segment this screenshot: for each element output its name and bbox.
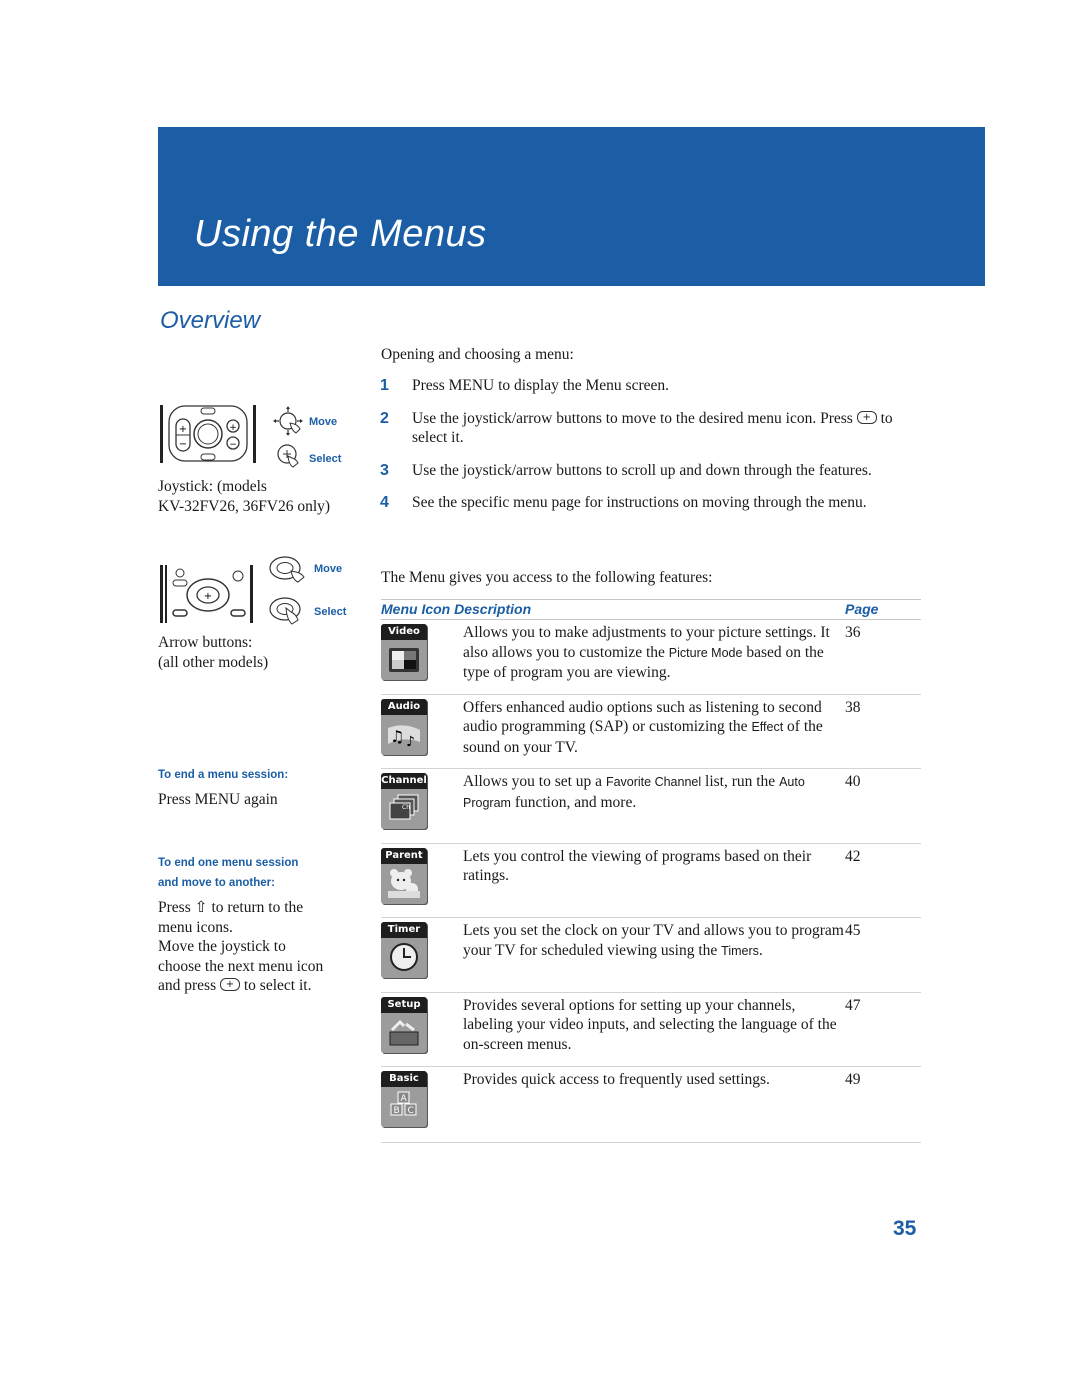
move-another-line2: menu icons. bbox=[158, 918, 233, 936]
table-row: Channel Ch Allows you to set up a Favori… bbox=[381, 769, 921, 844]
joystick-caption-line1: Joystick: (models bbox=[158, 478, 267, 495]
select-button-icon bbox=[856, 408, 877, 427]
svg-text:B: B bbox=[394, 1106, 400, 1116]
step-text: Use the joystick/arrow buttons to scroll… bbox=[412, 461, 872, 479]
row-page: 45 bbox=[845, 922, 861, 939]
table-header: Menu Icon Description Page bbox=[381, 599, 921, 620]
arrows-select-icon bbox=[268, 596, 308, 628]
row-description: Lets you set the clock on your TV and al… bbox=[463, 922, 844, 959]
table-row: Parent Lets you control the viewing of p… bbox=[381, 844, 921, 918]
svg-text:+: + bbox=[179, 424, 187, 435]
row-description: Provides quick access to frequently used… bbox=[463, 1071, 770, 1088]
arrows-select-label: Select bbox=[314, 606, 347, 618]
setup-icon: Setup bbox=[381, 996, 427, 1053]
svg-text:C: C bbox=[408, 1106, 414, 1116]
svg-text:Ch: Ch bbox=[402, 804, 410, 811]
steps-list: 1 Press MENU to display the Menu screen.… bbox=[380, 376, 920, 526]
row-page: 49 bbox=[845, 1071, 861, 1088]
table-row: Basic ABC Provides quick access to frequ… bbox=[381, 1067, 921, 1143]
step-text: See the specific menu page for instructi… bbox=[412, 494, 867, 511]
move-another-heading-line1: To end one menu session bbox=[158, 857, 299, 869]
step-item: 1 Press MENU to display the Menu screen. bbox=[380, 376, 920, 396]
step-number: 3 bbox=[380, 461, 389, 479]
page-title: Using the Menus bbox=[194, 213, 487, 255]
move-another-line3: Move the joystick to bbox=[158, 938, 286, 955]
step-item: 3 Use the joystick/arrow buttons to scro… bbox=[380, 461, 920, 481]
row-description: Lets you control the viewing of programs… bbox=[463, 847, 812, 885]
arrows-caption-line2: (all other models) bbox=[158, 654, 269, 671]
table-row: Video Allows you to make adjustments to … bbox=[381, 620, 921, 695]
svg-text:−: − bbox=[179, 439, 187, 450]
svg-text:+: + bbox=[204, 591, 212, 602]
parent-icon: Parent bbox=[381, 847, 427, 904]
arrows-move-icon bbox=[268, 555, 308, 585]
table-row: Audio ♫ ♪ Offers enhanced audio options s… bbox=[381, 695, 921, 769]
header-page: Page bbox=[845, 601, 879, 617]
end-session-text: Press MENU again bbox=[158, 791, 278, 808]
intro-text: Opening and choosing a menu: bbox=[381, 346, 574, 363]
joystick-remote-illustration: + − + − bbox=[160, 403, 256, 465]
audio-icon: Audio ♫ ♪ bbox=[381, 698, 427, 755]
channel-icon: Channel Ch bbox=[381, 773, 427, 829]
row-page: 47 bbox=[845, 996, 861, 1014]
svg-text:♫: ♫ bbox=[390, 727, 404, 746]
video-icon: Video bbox=[381, 624, 427, 680]
arrow-buttons-remote-illustration: + bbox=[160, 563, 256, 625]
basic-icon: Basic ABC bbox=[381, 1071, 427, 1127]
step-number: 4 bbox=[380, 494, 389, 511]
row-description: Offers enhanced audio options such as li… bbox=[463, 698, 823, 756]
svg-text:♪: ♪ bbox=[406, 734, 415, 750]
row-description: Allows you to set up a Favorite Channel … bbox=[463, 773, 805, 811]
step-text: Press MENU to display the Menu screen. bbox=[412, 377, 669, 394]
select-button-icon bbox=[220, 975, 240, 995]
svg-text:A: A bbox=[401, 1094, 408, 1104]
step-item: 4 See the specific menu page for instruc… bbox=[380, 493, 920, 513]
svg-text:+: + bbox=[229, 423, 237, 433]
arrows-caption-line1: Arrow buttons: bbox=[158, 634, 253, 651]
move-another-line4: choose the next menu icon bbox=[158, 957, 324, 975]
step-number: 1 bbox=[380, 377, 389, 394]
row-description: Provides several options for setting up … bbox=[463, 996, 837, 1053]
joystick-select-icon bbox=[276, 443, 300, 469]
joystick-move-label: Move bbox=[309, 416, 338, 428]
menu-icon-table: Menu Icon Description Page Video Allows … bbox=[381, 599, 921, 1143]
move-another-line1: Press ⇧ to return to the bbox=[158, 899, 304, 916]
joystick-select-label: Select bbox=[309, 453, 342, 465]
row-page: 40 bbox=[845, 773, 861, 790]
row-page: 36 bbox=[845, 624, 861, 641]
step-number: 2 bbox=[380, 409, 389, 427]
page-number: 35 bbox=[893, 1217, 917, 1240]
timer-icon: Timer bbox=[381, 922, 427, 978]
joystick-caption-line2: KV-32FV26, 36FV26 only) bbox=[158, 498, 331, 515]
step-text: Use the joystick/arrow buttons to move t… bbox=[412, 408, 920, 448]
table-row: Setup Provides several options for setti… bbox=[381, 993, 921, 1067]
access-text: The Menu gives you access to the followi… bbox=[381, 569, 713, 586]
svg-text:−: − bbox=[229, 440, 237, 450]
step-item: 2 Use the joystick/arrow buttons to move… bbox=[380, 408, 920, 448]
joystick-move-icon bbox=[270, 405, 306, 437]
row-page: 38 bbox=[845, 698, 861, 716]
header-icon-description: Menu Icon Description bbox=[381, 601, 532, 617]
arrows-move-label: Move bbox=[314, 563, 343, 575]
move-another-text: Press ⇧ to return to the menu icons. Mov… bbox=[158, 898, 358, 996]
move-another-heading-line2: and move to another: bbox=[158, 877, 275, 889]
row-page: 42 bbox=[845, 847, 861, 865]
move-another-line5: and press to select it. bbox=[158, 975, 358, 996]
chapter-banner: Using the Menus bbox=[158, 127, 985, 286]
table-row: Timer Lets you set the clock on your TV … bbox=[381, 918, 921, 993]
end-session-heading: To end a menu session: bbox=[158, 769, 289, 781]
section-title: Overview bbox=[160, 307, 261, 334]
row-description: Allows you to make adjustments to your p… bbox=[463, 624, 830, 681]
